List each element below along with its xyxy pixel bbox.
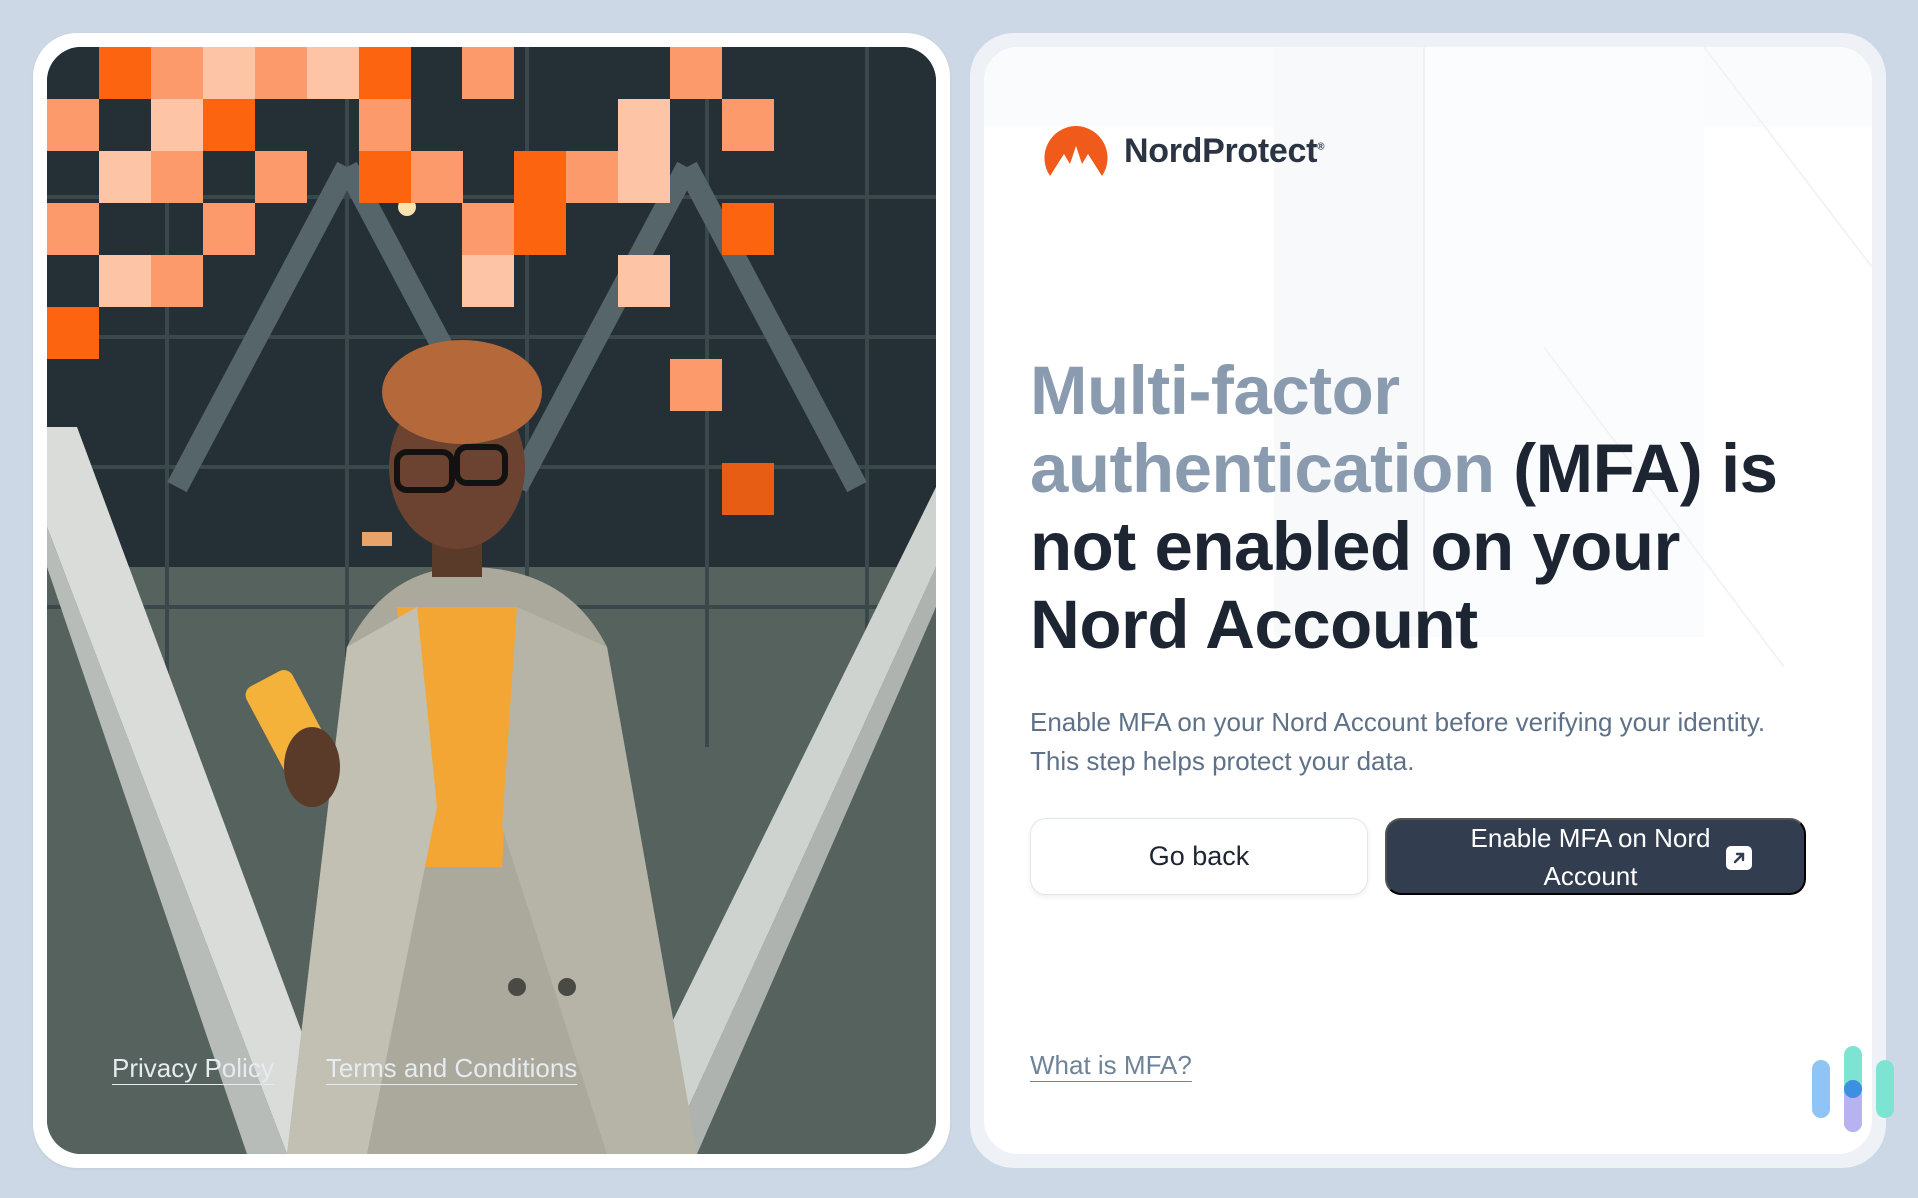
- hero-card: Privacy Policy Terms and Conditions: [33, 33, 950, 1168]
- nord-mountain-icon: [1044, 126, 1108, 176]
- page-subtitle: Enable MFA on your Nord Account before v…: [1030, 707, 1766, 776]
- site-watermark-icon: [1812, 1046, 1894, 1132]
- terms-and-conditions-link[interactable]: Terms and Conditions: [326, 1053, 577, 1084]
- footer-links: Privacy Policy Terms and Conditions: [112, 1053, 577, 1084]
- page-title: Multi-factor authentication (MFA) is not…: [1030, 352, 1810, 664]
- content-card: NordProtect® Multi-factor authentication…: [970, 33, 1886, 1168]
- title-muted-part: Multi-factor authentication: [1030, 352, 1495, 507]
- enable-mfa-label: Enable MFA on Nord Account: [1470, 822, 1711, 891]
- mfa-panel: NordProtect® Multi-factor authentication…: [984, 47, 1872, 1154]
- privacy-policy-link[interactable]: Privacy Policy: [112, 1053, 274, 1084]
- hero-illustration: [47, 47, 936, 1154]
- enable-mfa-button[interactable]: Enable MFA on Nord Account: [1385, 818, 1806, 895]
- hero-photo: Privacy Policy Terms and Conditions: [47, 47, 936, 1154]
- external-link-icon: [1726, 846, 1752, 870]
- brand-name: NordProtect®: [1124, 131, 1325, 170]
- registered-mark: ®: [1317, 141, 1325, 153]
- go-back-button[interactable]: Go back: [1030, 818, 1368, 895]
- what-is-mfa-link[interactable]: What is MFA?: [1030, 1050, 1192, 1081]
- nordprotect-logo: NordProtect®: [1042, 124, 1325, 178]
